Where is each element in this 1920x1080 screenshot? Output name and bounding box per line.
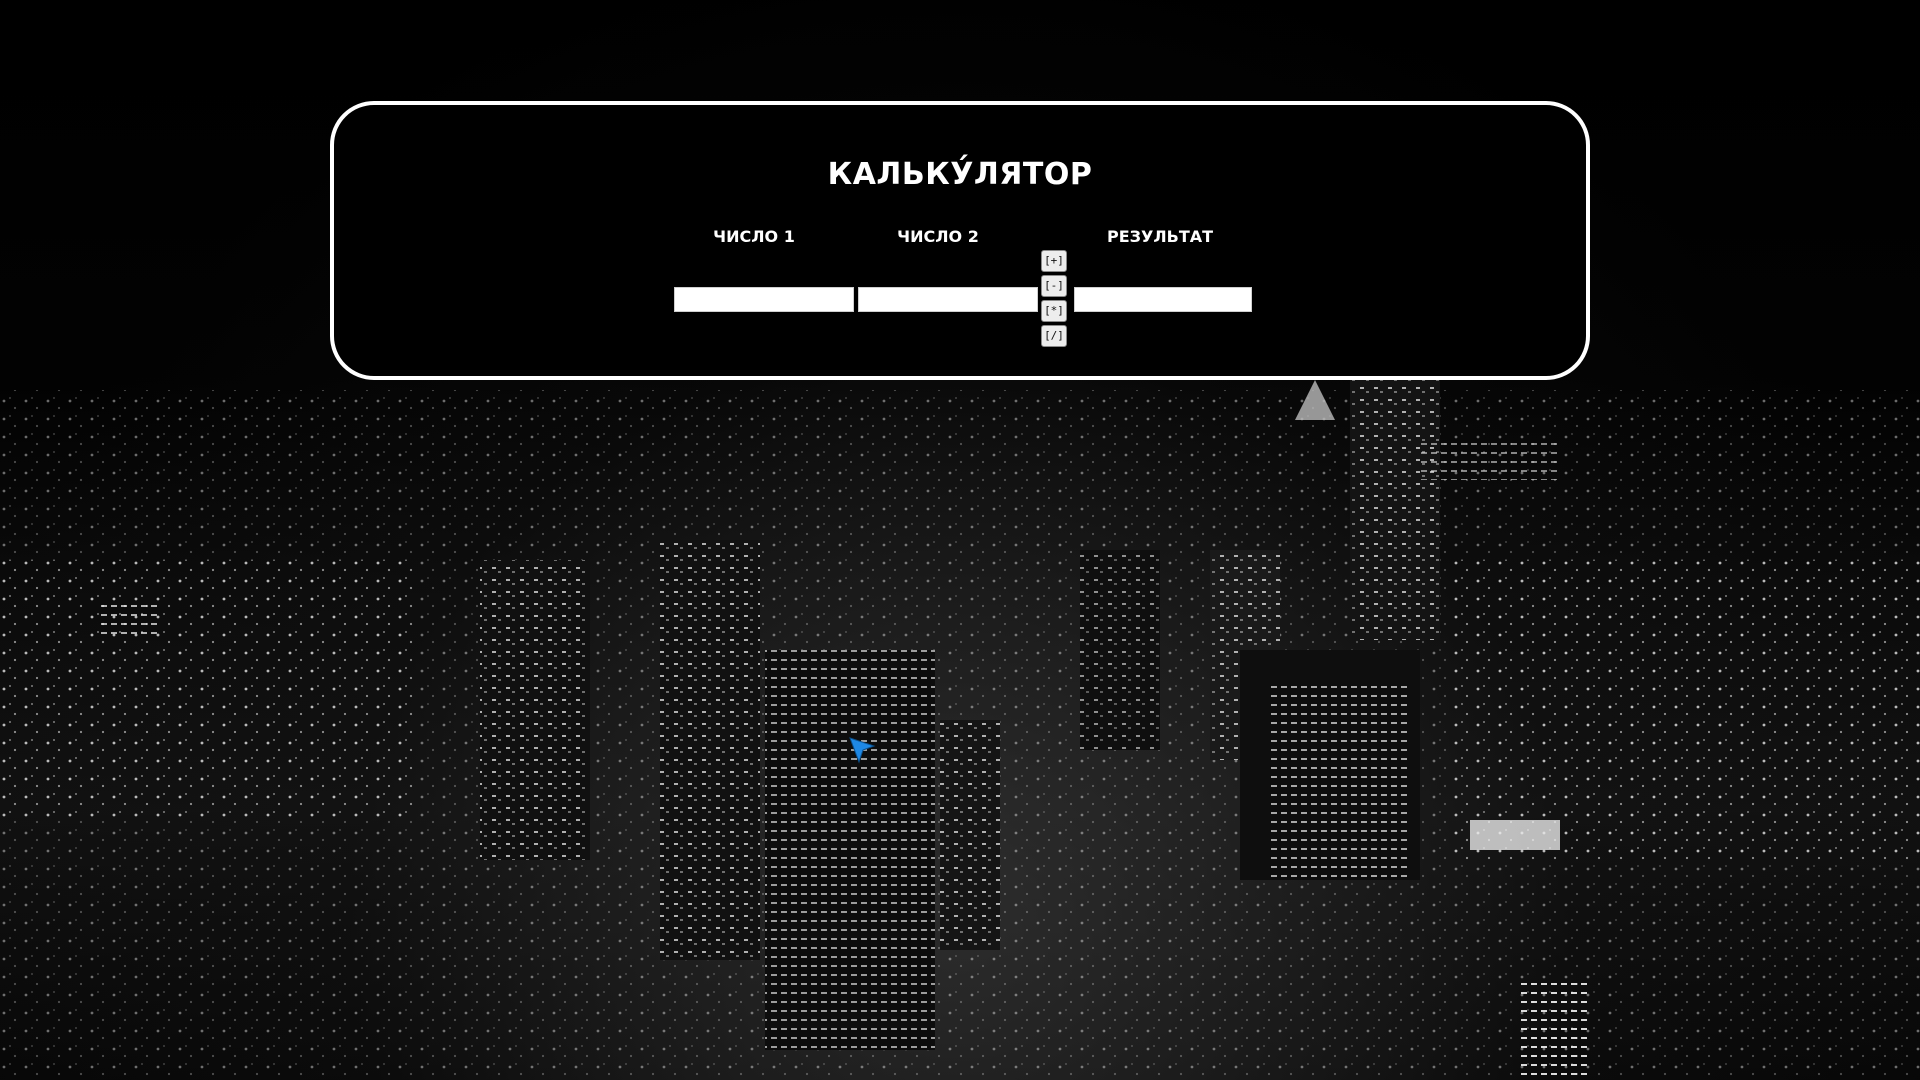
number2-label: ЧИСЛО 2 bbox=[897, 227, 979, 246]
calculator-panel: КАЛЬКУ́ЛЯТОР ЧИСЛО 1 ЧИСЛО 2 РЕЗУЛЬТАТ [… bbox=[330, 101, 1590, 380]
number2-input[interactable] bbox=[858, 287, 1038, 312]
divide-button[interactable]: [/] bbox=[1041, 325, 1067, 347]
subtract-button[interactable]: [-] bbox=[1041, 275, 1067, 297]
result-output[interactable] bbox=[1074, 287, 1252, 312]
add-button[interactable]: [+] bbox=[1041, 250, 1067, 272]
mouse-pointer-icon bbox=[849, 737, 876, 764]
number1-label: ЧИСЛО 1 bbox=[713, 227, 795, 246]
multiply-button[interactable]: [*] bbox=[1041, 300, 1067, 322]
result-label: РЕЗУЛЬТАТ bbox=[1106, 227, 1214, 246]
page-title: КАЛЬКУ́ЛЯТОР bbox=[827, 157, 1093, 192]
number1-input[interactable] bbox=[674, 287, 854, 312]
